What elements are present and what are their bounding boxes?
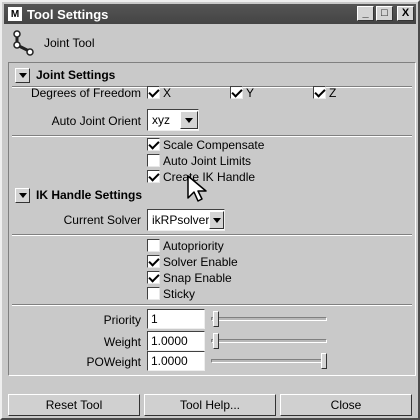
create-ik-handle-checkbox[interactable]: [147, 170, 160, 183]
scale-compensate-checkbox[interactable]: [147, 138, 160, 151]
solver-enable-label: Solver Enable: [163, 255, 238, 269]
auto-joint-limits-label: Auto Joint Limits: [163, 154, 252, 168]
dof-x-checkbox[interactable]: [147, 86, 160, 99]
dof-z-checkbox[interactable]: [313, 86, 326, 99]
divider: [12, 234, 412, 236]
solver-label: Current Solver: [63, 213, 141, 227]
solver-value: ikRPsolver: [152, 213, 210, 227]
weight-slider[interactable]: [211, 331, 327, 351]
autopriority-label: Autopriority: [163, 239, 224, 253]
tool-settings-window: M Tool Settings _ □ X Joint Tool Joint S…: [0, 0, 420, 420]
scale-compensate-label: Scale Compensate: [163, 138, 265, 152]
mouse-pointer-icon: [187, 175, 207, 202]
dof-y-checkbox[interactable]: [230, 86, 243, 99]
dof-z-label: Z: [329, 86, 337, 100]
divider: [12, 135, 412, 137]
sticky-checkbox[interactable]: [147, 287, 160, 300]
snap-enable-label: Snap Enable: [163, 271, 232, 285]
priority-slider[interactable]: [211, 309, 327, 329]
maya-m-icon: M: [8, 7, 22, 21]
weight-field[interactable]: [147, 331, 205, 351]
slider-track: [211, 339, 327, 343]
reset-tool-button[interactable]: Reset Tool: [8, 394, 140, 416]
slider-thumb[interactable]: [213, 311, 219, 327]
slider-track: [211, 317, 327, 321]
slider-track: [211, 359, 327, 363]
close-button[interactable]: Close: [280, 394, 412, 416]
triangle-down-icon: [18, 72, 27, 78]
tool-help-button[interactable]: Tool Help...: [144, 394, 276, 416]
orient-label: Auto Joint Orient: [51, 114, 141, 128]
close-window-button[interactable]: X: [397, 6, 414, 21]
priority-field[interactable]: [147, 309, 205, 329]
button-bar: Reset Tool Tool Help... Close: [8, 394, 412, 416]
collapse-ik-settings-button[interactable]: [15, 187, 30, 203]
priority-label: Priority: [103, 313, 141, 327]
autopriority-checkbox[interactable]: [147, 239, 160, 252]
poweight-label: POWeight: [86, 355, 141, 369]
auto-joint-limits-checkbox[interactable]: [147, 154, 160, 167]
ik-settings-title: IK Handle Settings: [36, 188, 143, 202]
solver-dropdown[interactable]: ikRPsolver: [147, 209, 225, 231]
weight-label: Weight: [103, 335, 141, 349]
poweight-slider[interactable]: [211, 351, 327, 371]
ik-settings-header[interactable]: IK Handle Settings: [11, 185, 413, 205]
dof-y-label: Y: [246, 86, 255, 100]
divider: [12, 304, 412, 306]
maximize-button[interactable]: □: [376, 6, 393, 21]
dropdown-arrow-icon: [209, 211, 224, 229]
joint-settings-title: Joint Settings: [36, 68, 116, 82]
tool-header: Joint Tool: [8, 28, 94, 58]
collapse-joint-settings-button[interactable]: [15, 67, 30, 83]
joint-tool-icon: [13, 30, 34, 56]
snap-enable-checkbox[interactable]: [147, 271, 160, 284]
dropdown-arrow-icon: [180, 111, 198, 129]
orient-value: xyz: [152, 113, 170, 127]
triangle-down-icon: [18, 192, 27, 198]
dof-label: Degrees of Freedom: [30, 86, 141, 100]
title-bar[interactable]: M Tool Settings _ □ X: [4, 4, 416, 24]
tool-name: Joint Tool: [44, 36, 95, 50]
solver-enable-checkbox[interactable]: [147, 255, 160, 268]
poweight-field[interactable]: [147, 351, 205, 371]
create-ik-handle-label: Create IK Handle: [163, 170, 256, 184]
slider-thumb[interactable]: [213, 333, 219, 349]
joint-settings-header[interactable]: Joint Settings: [11, 65, 413, 85]
minimize-button[interactable]: _: [357, 6, 374, 21]
orient-dropdown[interactable]: xyz: [147, 109, 199, 131]
sticky-label: Sticky: [163, 287, 196, 301]
dof-x-label: X: [163, 86, 172, 100]
window-title: Tool Settings: [27, 6, 109, 22]
settings-scroll-area: Joint Settings Degrees of Freedom X Y Z …: [8, 62, 416, 376]
slider-thumb[interactable]: [321, 353, 327, 369]
